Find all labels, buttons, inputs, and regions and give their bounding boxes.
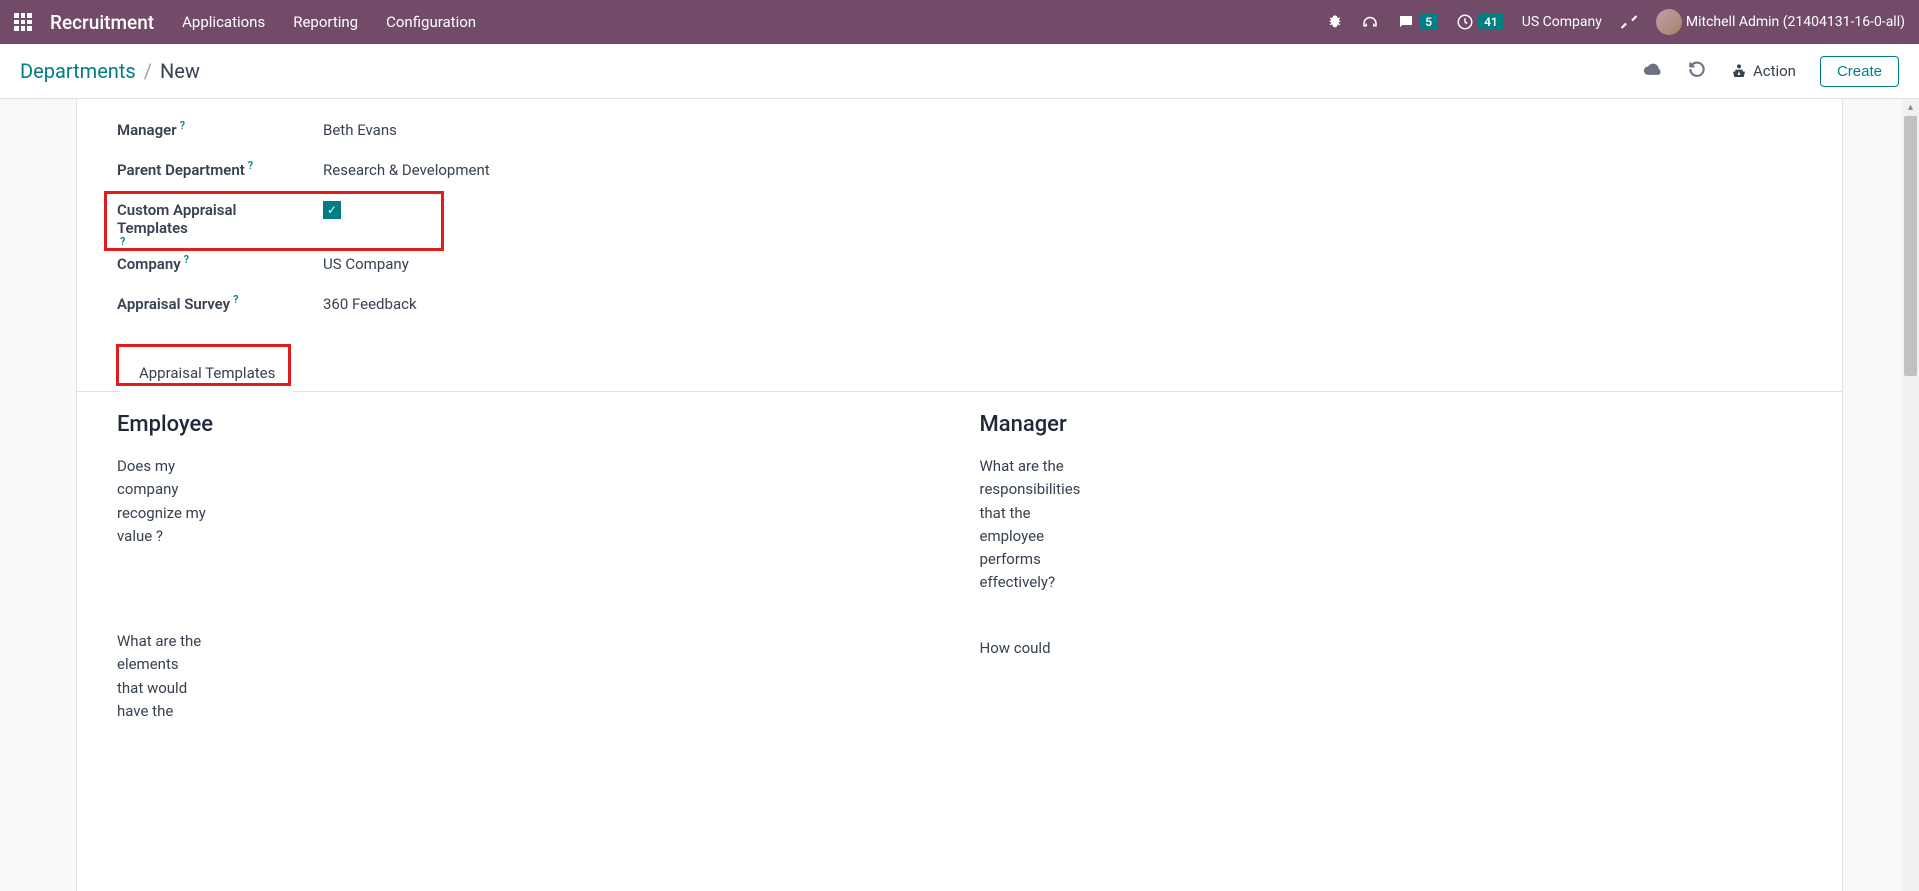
breadcrumb-root[interactable]: Departments [20, 59, 136, 83]
employee-column: Employee Does my company recognize my va… [117, 412, 940, 745]
scroll-up-arrow[interactable]: ▴ [1902, 99, 1919, 116]
topbar: Recruitment Applications Reporting Confi… [0, 0, 1919, 44]
help-icon[interactable]: ? [180, 119, 185, 132]
tab-appraisal-templates[interactable]: Appraisal Templates [121, 354, 293, 392]
nav-configuration[interactable]: Configuration [386, 13, 476, 31]
topbar-right: 5 41 US Company Mitchell Admin (21404131… [1327, 9, 1905, 35]
help-icon[interactable]: ? [184, 253, 189, 266]
nav-applications[interactable]: Applications [182, 13, 265, 31]
user-name: Mitchell Admin (21404131-16-0-all) [1686, 14, 1905, 30]
fields-block: Manager? Beth Evans Parent Department? R… [77, 119, 1842, 333]
template-columns: Employee Does my company recognize my va… [77, 392, 1842, 765]
nav-reporting[interactable]: Reporting [293, 13, 358, 31]
manager-title: Manager [980, 412, 1803, 437]
activities-icon[interactable]: 41 [1456, 13, 1504, 31]
form-sheet: Manager? Beth Evans Parent Department? R… [76, 99, 1843, 891]
field-company-value[interactable]: US Company [323, 255, 409, 273]
employee-title: Employee [117, 412, 940, 437]
apps-icon[interactable] [14, 13, 32, 31]
employee-q1[interactable]: Does my company recognize my value ? [117, 455, 207, 548]
cloud-save-icon[interactable] [1643, 59, 1663, 83]
help-icon[interactable]: ? [248, 159, 253, 172]
app-brand[interactable]: Recruitment [50, 11, 154, 34]
field-parent-dept-value[interactable]: Research & Development [323, 161, 490, 179]
breadcrumb-sep: / [144, 59, 152, 83]
help-icon[interactable]: ? [120, 235, 125, 248]
field-appraisal-survey: Appraisal Survey? 360 Feedback [117, 293, 1802, 333]
user-menu[interactable]: Mitchell Admin (21404131-16-0-all) [1656, 9, 1905, 35]
avatar [1656, 9, 1682, 35]
manager-q1[interactable]: What are the responsibilities that the e… [980, 455, 1070, 595]
field-manager-value[interactable]: Beth Evans [323, 121, 397, 139]
activities-badge: 41 [1478, 14, 1504, 30]
action-dropdown[interactable]: Action [1731, 62, 1796, 80]
field-appraisal-survey-label: Appraisal Survey [117, 295, 230, 313]
page-body: Manager? Beth Evans Parent Department? R… [0, 99, 1919, 891]
field-company-label: Company [117, 255, 181, 273]
action-label: Action [1753, 62, 1796, 80]
scrollbar[interactable]: ▴ [1902, 99, 1919, 891]
messages-badge: 5 [1419, 14, 1438, 30]
manager-q2[interactable]: How could [980, 637, 1070, 660]
field-custom-templates-label: Custom Appraisal Templates [117, 201, 277, 237]
field-company: Company? US Company [117, 253, 1802, 293]
field-custom-templates-value[interactable]: ✓ [277, 201, 341, 219]
field-manager-label: Manager [117, 121, 177, 139]
subbar: Departments / New Action Create [0, 44, 1919, 99]
field-custom-templates: Custom Appraisal Templates? ✓ [117, 199, 1802, 253]
scrollbar-thumb[interactable] [1904, 116, 1917, 376]
breadcrumb: Departments / New [20, 59, 200, 83]
help-icon[interactable]: ? [233, 293, 238, 306]
breadcrumb-current: New [160, 59, 200, 83]
company-switcher[interactable]: US Company [1522, 14, 1602, 30]
checkbox-checked-icon[interactable]: ✓ [323, 201, 341, 219]
create-button[interactable]: Create [1820, 56, 1899, 87]
field-parent-dept: Parent Department? Research & Developmen… [117, 159, 1802, 199]
tabs: Appraisal Templates [77, 353, 1842, 392]
manager-column: Manager What are the responsibilities th… [980, 412, 1803, 745]
field-appraisal-survey-value[interactable]: 360 Feedback [323, 295, 417, 313]
bug-icon[interactable] [1327, 14, 1343, 30]
support-icon[interactable] [1361, 13, 1379, 31]
field-parent-dept-label: Parent Department [117, 161, 245, 179]
discard-icon[interactable] [1687, 59, 1707, 83]
messages-icon[interactable]: 5 [1397, 13, 1438, 31]
nav-links: Applications Reporting Configuration [182, 13, 476, 31]
tools-icon[interactable] [1620, 13, 1638, 31]
field-manager: Manager? Beth Evans [117, 119, 1802, 159]
subbar-actions: Action Create [1643, 56, 1899, 87]
employee-q2[interactable]: What are the elements that would have th… [117, 630, 207, 723]
